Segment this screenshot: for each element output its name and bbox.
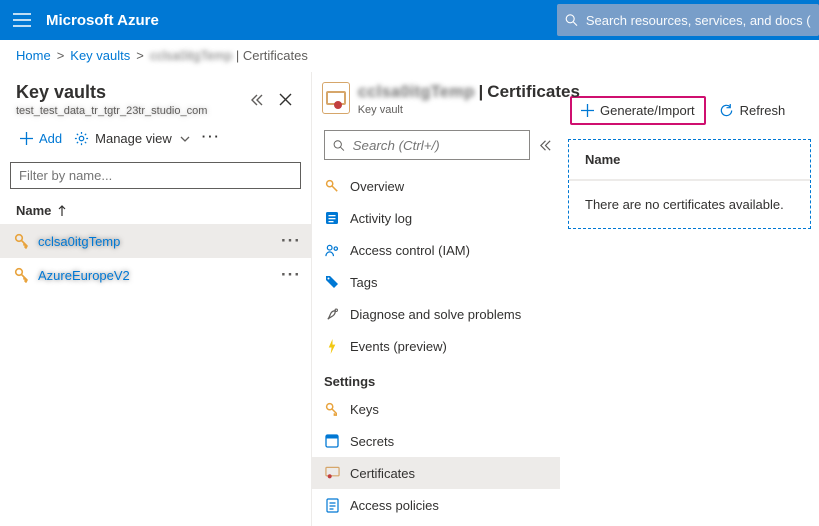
- keys-icon: [324, 401, 340, 417]
- chevron-down-icon: [180, 134, 190, 144]
- keyvault-icon: [14, 267, 30, 283]
- keyvault-icon: [14, 233, 30, 249]
- close-icon: [279, 93, 292, 106]
- collapse-nav-button[interactable]: [536, 139, 554, 152]
- keyvault-badge-icon: [322, 82, 350, 114]
- refresh-button[interactable]: Refresh: [710, 98, 795, 123]
- keyvaults-list: cclsa0itgTemp ··· AzureEuropeV2 ···: [0, 224, 311, 292]
- certificates-table: Name There are no certificates available…: [568, 139, 811, 229]
- collapse-left-button[interactable]: [243, 86, 271, 114]
- search-icon: [565, 13, 578, 27]
- sort-ascending-icon: [57, 205, 67, 217]
- breadcrumb-keyvaults[interactable]: Key vaults: [70, 48, 130, 63]
- events-icon: [324, 338, 340, 354]
- more-button[interactable]: ···: [198, 127, 225, 150]
- plus-icon: [20, 132, 33, 145]
- activity-log-icon: [324, 210, 340, 226]
- certificates-name-header[interactable]: Name: [569, 140, 810, 181]
- keyvaults-subtitle-masked: test_test_data_tr_tgtr_23tr_studio_com: [16, 105, 207, 117]
- nav-overview[interactable]: Overview: [312, 170, 560, 202]
- keyvaults-toolbar: Add Manage view ···: [0, 117, 311, 158]
- manage-view-button[interactable]: Manage view: [70, 129, 194, 148]
- nav-diagnose[interactable]: Diagnose and solve problems: [312, 298, 560, 330]
- nav-secrets[interactable]: Secrets: [312, 425, 560, 457]
- breadcrumb-tail: Certificates: [243, 48, 308, 63]
- brand-title[interactable]: Microsoft Azure: [44, 12, 159, 29]
- resource-section-title: Certificates: [487, 82, 580, 102]
- chevrons-left-icon: [250, 93, 264, 107]
- global-search-input[interactable]: [586, 13, 811, 28]
- hamburger-icon: [13, 13, 31, 27]
- breadcrumb-separator: >: [57, 48, 65, 63]
- generate-import-button[interactable]: Generate/Import: [570, 96, 706, 125]
- top-header: Microsoft Azure: [0, 0, 819, 40]
- keyvault-row[interactable]: AzureEuropeV2 ···: [0, 258, 311, 292]
- keyvault-name-masked: cclsa0itgTemp: [38, 234, 120, 249]
- nav-access-control[interactable]: Access control (IAM): [312, 234, 560, 266]
- global-search[interactable]: [557, 4, 819, 36]
- overview-icon: [324, 178, 340, 194]
- close-left-button[interactable]: [271, 86, 299, 114]
- row-more-button[interactable]: ···: [281, 231, 301, 251]
- resource-nav-list: Overview Activity log Access control (IA…: [312, 166, 560, 525]
- plus-icon: [581, 104, 594, 117]
- resource-nav-search[interactable]: [324, 130, 530, 160]
- nav-activity-log[interactable]: Activity log: [312, 202, 560, 234]
- nav-events[interactable]: Events (preview): [312, 330, 560, 362]
- keyvaults-filter-input[interactable]: [10, 162, 301, 189]
- certificates-empty-message: There are no certificates available.: [569, 181, 810, 228]
- diagnose-icon: [324, 306, 340, 322]
- breadcrumb-current: cclsa0itgTemp | Certificates: [150, 48, 308, 63]
- nav-tags[interactable]: Tags: [312, 266, 560, 298]
- secrets-icon: [324, 433, 340, 449]
- keyvault-name-masked: AzureEuropeV2: [38, 268, 130, 283]
- row-more-button[interactable]: ···: [281, 265, 301, 285]
- chevrons-left-icon: [539, 139, 552, 152]
- keyvault-row[interactable]: cclsa0itgTemp ···: [0, 224, 311, 258]
- nav-access-policies[interactable]: Access policies: [312, 489, 560, 521]
- breadcrumb-separator: >: [136, 48, 144, 63]
- nav-section-settings: Settings: [312, 362, 560, 393]
- search-icon: [333, 139, 345, 152]
- resource-nav-search-input[interactable]: [353, 138, 521, 153]
- breadcrumb: Home > Key vaults > cclsa0itgTemp | Cert…: [0, 40, 819, 72]
- certificates-icon: [324, 465, 340, 481]
- policies-icon: [324, 497, 340, 513]
- tags-icon: [324, 274, 340, 290]
- certificates-commandbar: Generate/Import Refresh: [560, 72, 819, 133]
- global-nav-toggle[interactable]: [0, 0, 44, 40]
- iam-icon: [324, 242, 340, 258]
- add-button[interactable]: Add: [16, 129, 66, 148]
- keyvaults-name-header[interactable]: Name: [0, 199, 311, 224]
- resource-type-label: Key vault: [358, 104, 548, 116]
- resource-nav-blade: cclsa0itgTemp | Certificates Key vault O…: [312, 72, 560, 526]
- nav-keys[interactable]: Keys: [312, 393, 560, 425]
- nav-certificates[interactable]: Certificates: [312, 457, 560, 489]
- breadcrumb-home[interactable]: Home: [16, 48, 51, 63]
- certificates-blade: Generate/Import Refresh Name There are n…: [560, 72, 819, 526]
- resource-name-masked: cclsa0itgTemp: [358, 82, 475, 102]
- breadcrumb-resource-masked: cclsa0itgTemp: [150, 48, 232, 63]
- keyvaults-blade: Key vaults test_test_data_tr_tgtr_23tr_s…: [0, 72, 312, 526]
- keyvaults-title: Key vaults: [16, 82, 207, 103]
- refresh-icon: [719, 103, 734, 118]
- gear-icon: [74, 131, 89, 146]
